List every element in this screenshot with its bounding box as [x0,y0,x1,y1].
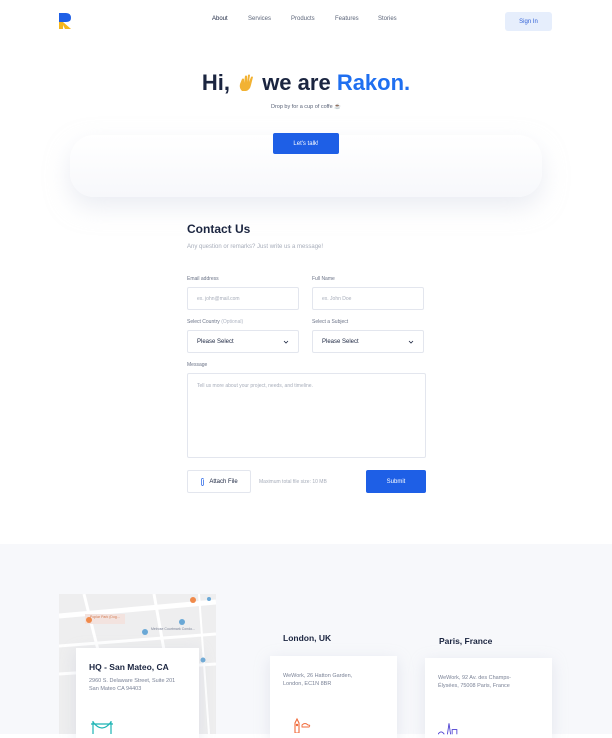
golden-gate-icon [91,721,113,734]
hero-title-prefix: Hi, [201,70,230,95]
country-select[interactable]: Please Select [187,330,299,353]
paris-address-line2: Élysées, 75008 Paris, France [438,683,510,689]
country-label-text: Select Country [187,319,220,325]
subject-select[interactable]: Please Select [312,330,424,353]
map-label-school: Melrose Courtmark Condo... [151,627,195,631]
attach-file-label: Attach File [209,478,238,485]
max-file-size-note: Maximum total file size: 10 MB [259,479,327,485]
nav-services[interactable]: Services [248,16,271,22]
rakon-logo[interactable] [58,12,72,30]
paris-city: Paris, France [439,636,493,646]
london-city: London, UK [283,633,332,643]
country-select-value: Please Select [197,338,234,345]
full-name-field[interactable]: ex. John Doe [312,287,424,310]
submit-button[interactable]: Submit [366,470,426,493]
paris-address: WeWork, 92 Av. des Champs- Élysées, 7500… [438,674,511,690]
full-name-label: Full Name [312,276,335,282]
hq-address-line1: 2960 S. Delaware Street, Suite 201 [89,678,176,684]
hero-title: Hi, we are Rakon. [0,70,612,96]
email-label: Email address [187,276,219,282]
message-label: Message [187,362,208,368]
hq-address: 2960 S. Delaware Street, Suite 201 San M… [89,677,175,693]
nav-features[interactable]: Features [335,16,359,22]
chevron-down-icon [283,340,289,344]
big-ben-icon [294,717,311,733]
paris-address-line1: WeWork, 92 Av. des Champs- [438,675,511,681]
contact-subtitle: Any question or remarks? Just write us a… [187,244,324,250]
london-address-line2: London, EC1N 8BR [283,681,332,687]
office-card-hq: HQ - San Mateo, CA 2960 S. Delaware Stre… [76,648,199,738]
hero-title-middle: we are [262,70,331,95]
subject-select-value: Please Select [322,338,359,345]
nav-about[interactable]: About [212,16,228,22]
chevron-down-icon [408,340,414,344]
map-label-park: Poplar Park (Dog... [90,615,120,619]
paperclip-icon [201,477,205,486]
hero-subtitle: Drop by for a cup of coffe ☕ [270,104,342,110]
contact-title: Contact Us [187,222,251,236]
office-card-paris: WeWork, 92 Av. des Champs- Élysées, 7500… [425,658,552,738]
country-label: Select Country (Optional) [187,319,243,325]
message-textarea[interactable]: Tell us more about your project, needs, … [187,373,426,458]
office-card-london: WeWork, 26 Hatton Garden, London, EC1N 8… [270,656,397,738]
hq-title: HQ - San Mateo, CA [89,662,169,672]
nav-stories[interactable]: Stories [378,16,397,22]
hero-brand: Rakon. [336,70,411,95]
lets-talk-button[interactable]: Let's talk! [273,133,339,154]
subject-label: Select a Subject [312,319,349,325]
attach-file-button[interactable]: Attach File [187,470,251,493]
hq-address-line2: San Mateo CA 94403 [89,686,142,692]
nav-products[interactable]: Products [291,16,315,22]
email-field[interactable]: ex. john@mail.com [187,287,299,310]
london-address-line1: WeWork, 26 Hatton Garden, [283,673,353,679]
country-optional-note: (Optional) [221,319,244,325]
sign-in-button[interactable]: Sign In [505,12,552,31]
waving-hand-icon [239,74,254,91]
london-address: WeWork, 26 Hatton Garden, London, EC1N 8… [283,672,352,688]
